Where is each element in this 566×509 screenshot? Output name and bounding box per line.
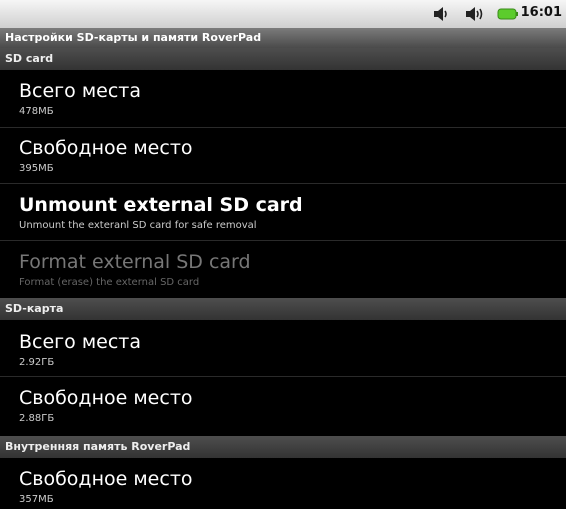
status-bar: 16:01 xyxy=(0,0,566,28)
clock: 16:01 xyxy=(520,5,562,20)
item-summary: 478МБ xyxy=(19,106,54,117)
volume-icon xyxy=(466,7,483,21)
item-summary: Unmount the exteranl SD card for safe re… xyxy=(19,220,257,231)
item-summary: 2.92ГБ xyxy=(19,357,55,368)
item-summary: Format (erase) the external SD card xyxy=(19,277,200,288)
volume-icon xyxy=(434,7,447,21)
item-title: Свободное место xyxy=(19,468,193,490)
section-header-sd-card: SD card xyxy=(0,48,566,70)
section-header-sd-karta: SD-карта xyxy=(0,298,566,320)
item-summary: 357МБ xyxy=(19,494,54,505)
list-item-total-space[interactable]: Всего места 478МБ xyxy=(0,70,566,128)
item-title: Unmount external SD card xyxy=(19,194,303,216)
item-title: Format external SD card xyxy=(19,251,251,273)
item-summary: 2.88ГБ xyxy=(19,413,55,424)
format-sd-card-item[interactable]: Format external SD card Format (erase) t… xyxy=(0,242,566,298)
unmount-sd-card-item[interactable]: Unmount external SD card Unmount the ext… xyxy=(0,185,566,241)
battery-icon xyxy=(497,8,518,20)
section-header-internal-memory: Внутренняя память RoverPad xyxy=(0,436,566,458)
item-summary: 395МБ xyxy=(19,163,54,174)
list-item-total-space[interactable]: Всего места 2.92ГБ xyxy=(0,320,566,377)
item-title: Свободное место xyxy=(19,137,193,159)
list-item-free-space[interactable]: Свободное место 2.88ГБ xyxy=(0,378,566,436)
item-title: Всего места xyxy=(19,331,141,353)
page-title: Настройки SD-карты и памяти RoverPad xyxy=(0,28,566,48)
list-item-free-space[interactable]: Свободное место 357МБ xyxy=(0,458,566,509)
item-title: Свободное место xyxy=(19,387,193,409)
item-title: Всего места xyxy=(19,80,141,102)
list-item-free-space[interactable]: Свободное место 395МБ xyxy=(0,129,566,184)
